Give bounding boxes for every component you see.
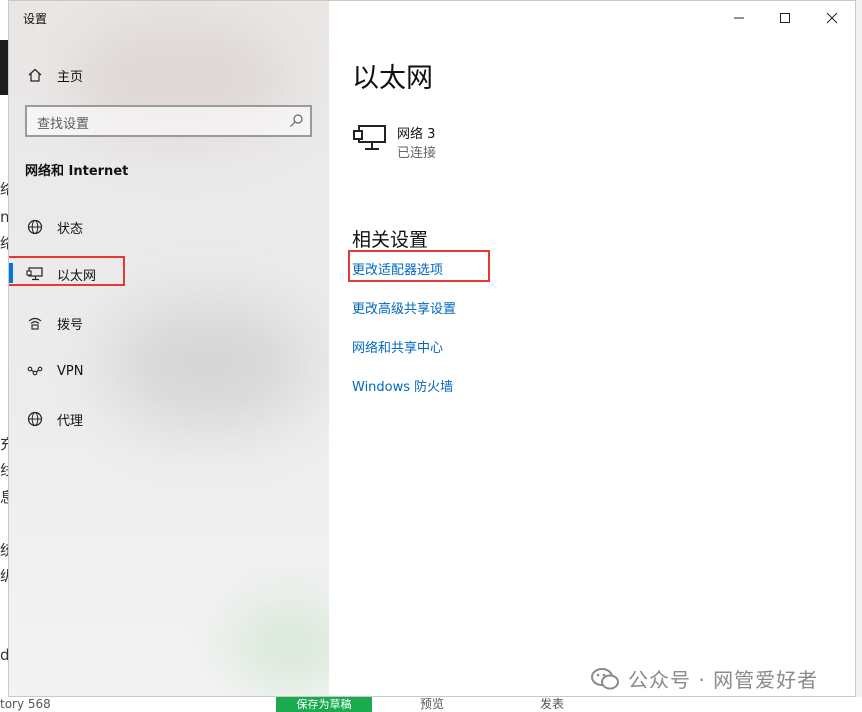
nav-item-label: 拨号 <box>57 317 84 333</box>
related-settings-heading: 相关设置 <box>352 229 429 251</box>
network-sharing-center-link[interactable]: 网络和共享中心 <box>352 337 443 356</box>
advanced-sharing-link[interactable]: 更改高级共享设置 <box>352 298 456 317</box>
dialup-icon <box>26 314 44 332</box>
publish-button[interactable]: 发表 <box>540 697 564 712</box>
watermark-text: 公众号 · 网管爱好者 <box>628 668 819 692</box>
network-name[interactable]: 网络 3 <box>397 123 435 142</box>
highlight-box-ethernet <box>9 256 125 286</box>
settings-window: 设置 主页 查找设置 网络和 Internet 状态 以太网 拨号 VPN 代理… <box>8 0 856 697</box>
close-button[interactable] <box>809 7 855 29</box>
window-title: 设置 <box>23 12 48 26</box>
maximize-button[interactable] <box>762 7 808 29</box>
nav-item-dialup[interactable]: 拨号 <box>9 303 329 343</box>
highlight-box-adapter <box>348 250 490 282</box>
maximize-icon <box>780 13 790 23</box>
windows-firewall-link[interactable]: Windows 防火墙 <box>352 376 453 395</box>
background-word-count: tory 568 <box>0 697 51 711</box>
page-title: 以太网 <box>352 63 433 94</box>
close-icon <box>826 12 838 24</box>
content-pane: 以太网 网络 3 已连接 相关设置 更改适配器选项 更改高级共享设置 网络和共享… <box>329 1 855 696</box>
search-placeholder: 查找设置 <box>37 117 90 132</box>
wechat-icon <box>590 666 620 692</box>
nav-item-label: 状态 <box>57 221 84 237</box>
minimize-button[interactable] <box>716 7 762 29</box>
nav-item-label: 代理 <box>57 413 84 429</box>
nav-item-vpn[interactable]: VPN <box>9 351 329 391</box>
home-icon <box>26 66 44 84</box>
watermark: 公众号 · 网管爱好者 <box>590 664 818 693</box>
preview-button[interactable]: 预览 <box>420 697 444 712</box>
nav-home[interactable]: 主页 <box>9 55 329 95</box>
nav-section-label: 网络和 Internet <box>25 164 129 179</box>
search-icon <box>288 113 304 129</box>
globe-status-icon <box>26 218 44 236</box>
minimize-icon <box>734 17 744 19</box>
save-draft-button[interactable]: 保存为草稿 <box>276 697 372 712</box>
globe-proxy-icon <box>26 410 44 428</box>
navigation-pane: 设置 主页 查找设置 网络和 Internet 状态 以太网 拨号 VPN 代理 <box>9 1 329 696</box>
nav-item-status[interactable]: 状态 <box>9 207 329 247</box>
nav-home-label: 主页 <box>57 69 84 85</box>
ethernet-network-icon <box>353 124 387 152</box>
background-bottom-strip: tory 568 保存为草稿 预览 发表 <box>0 697 862 712</box>
network-status: 已连接 <box>397 146 437 161</box>
search-input[interactable]: 查找设置 <box>25 105 312 137</box>
vpn-icon <box>26 362 44 380</box>
nav-item-proxy[interactable]: 代理 <box>9 399 329 439</box>
nav-item-label: VPN <box>57 363 84 379</box>
